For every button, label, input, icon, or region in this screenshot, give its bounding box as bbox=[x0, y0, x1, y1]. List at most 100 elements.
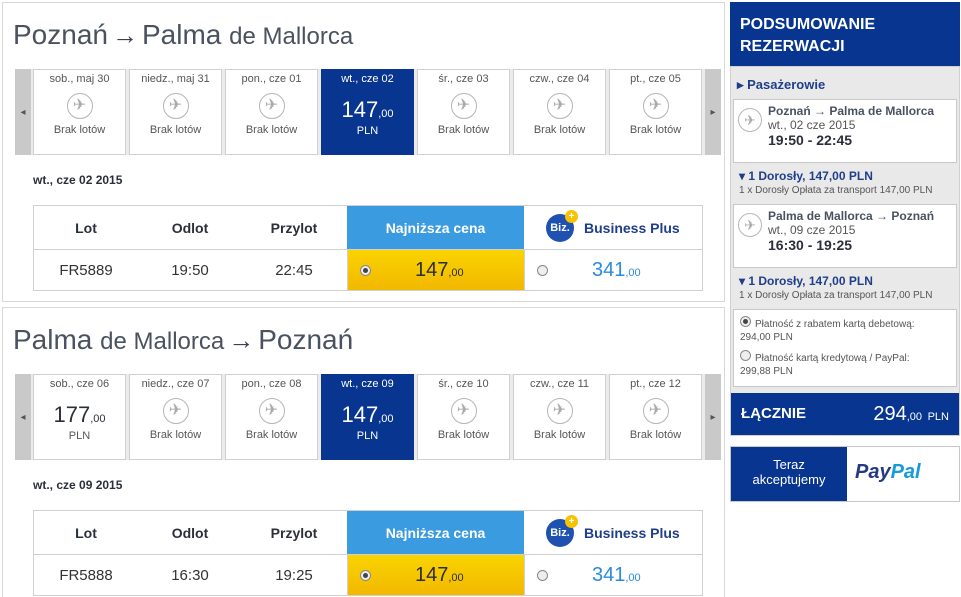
business-fare-option[interactable]: 341,00 bbox=[524, 555, 702, 595]
lowest-fare-option[interactable]: 147,00 bbox=[347, 250, 524, 290]
paypal-banner[interactable]: Teraz akceptujemy PayPal bbox=[730, 446, 960, 502]
business-plus-label: Business Plus bbox=[584, 524, 680, 541]
date-label: pon., cze 01 bbox=[241, 73, 302, 85]
fare-radio[interactable] bbox=[537, 569, 548, 581]
price-main: 147 bbox=[415, 258, 449, 281]
col-header-arrival: Przylot bbox=[270, 524, 318, 541]
selected-date-heading: wt., cze 02 2015 bbox=[33, 173, 123, 187]
col-header-departure: Odlot bbox=[171, 219, 209, 236]
arrow-right-icon: → bbox=[111, 20, 138, 50]
summary-date: wt., 09 cze 2015 bbox=[768, 223, 856, 237]
date-tile[interactable]: śr., cze 10 ✈ Brak lotów bbox=[417, 374, 510, 460]
payment-option-credit[interactable]: Płatność kartą kredytową / PayPal: 299,88… bbox=[740, 350, 950, 378]
currency-label: PLN bbox=[927, 411, 949, 423]
payment-radio[interactable] bbox=[740, 316, 751, 327]
route-destination: Poznań bbox=[258, 324, 354, 355]
date-tile[interactable]: pon., cze 08 ✈ Brak lotów bbox=[225, 374, 318, 460]
no-flights-label: Brak lotów bbox=[437, 429, 490, 441]
price-cents: ,00 bbox=[625, 571, 641, 584]
lowest-fare-option[interactable]: 147,00 bbox=[347, 555, 524, 595]
date-tile[interactable]: pon., cze 01 ✈ Brak lotów bbox=[225, 69, 318, 155]
booking-summary-sidebar: PODSUMOWANIE REZERWACJI ▸ Pasażerowie ✈ … bbox=[730, 2, 960, 502]
passengers-toggle[interactable]: ▸ Pasażerowie bbox=[731, 71, 959, 95]
paypal-text-line1: Teraz bbox=[773, 457, 805, 472]
departure-time: 19:50 bbox=[171, 261, 209, 279]
col-header-lowest-fare: Najniższa cena bbox=[347, 511, 524, 554]
route-destination-sub: de Mallorca bbox=[229, 23, 354, 50]
price-main: 147 bbox=[341, 97, 379, 122]
currency-label: PLN bbox=[68, 430, 91, 442]
date-tile[interactable]: pt., cze 05 ✈ Brak lotów bbox=[609, 69, 702, 155]
date-tile-selected[interactable]: wt., cze 02 147,00 PLN bbox=[321, 69, 414, 155]
plane-icon: ✈ bbox=[162, 93, 189, 119]
col-header-business-plus: Biz. + Business Plus bbox=[524, 511, 702, 554]
biz-badge-text: Biz. bbox=[550, 526, 570, 539]
price-cents: ,00 bbox=[90, 413, 106, 425]
date-tile[interactable]: pt., cze 12 ✈ Brak lotów bbox=[609, 374, 702, 460]
prev-dates-button[interactable]: ◂ bbox=[15, 69, 31, 155]
chevron-right-icon: ▸ bbox=[710, 106, 716, 118]
flight-row: FR5888 16:30 19:25 147,00 341,00 bbox=[33, 554, 703, 596]
return-leg-panel: Palma de Mallorca → Poznań ◂ sob., cze 06 1… bbox=[2, 307, 725, 597]
flight-table-header: Lot Odlot Przylot Najniższa cena Biz. + Bu… bbox=[33, 205, 703, 249]
price-cents: ,00 bbox=[625, 266, 641, 279]
date-label: czw., cze 04 bbox=[529, 73, 590, 85]
date-label: wt., cze 02 bbox=[341, 73, 394, 85]
date-tile[interactable]: sob., maj 30 ✈ Brak lotów bbox=[33, 69, 126, 155]
currency-label: PLN bbox=[356, 430, 379, 442]
flight-number: FR5889 bbox=[59, 261, 113, 279]
plane-icon: ✈ bbox=[450, 93, 477, 119]
chevron-left-icon: ◂ bbox=[20, 106, 26, 118]
prev-dates-button[interactable]: ◂ bbox=[15, 374, 31, 460]
payment-radio[interactable] bbox=[740, 350, 751, 361]
plane-icon: ✈ bbox=[162, 398, 189, 424]
date-tile[interactable]: czw., cze 11 ✈ Brak lotów bbox=[513, 374, 606, 460]
date-label: sob., cze 06 bbox=[49, 378, 110, 390]
fare-radio[interactable] bbox=[360, 569, 371, 581]
summary-outbound-flight: ✈ Poznań → Palma de Mallorca wt., 02 cze… bbox=[733, 99, 957, 163]
route-origin: Poznań bbox=[13, 19, 108, 50]
plus-icon: + bbox=[565, 514, 578, 528]
date-tile[interactable]: niedz., maj 31 ✈ Brak lotów bbox=[129, 69, 222, 155]
col-header-flight: Lot bbox=[75, 219, 97, 236]
col-header-business-plus: Biz. + Business Plus bbox=[524, 206, 702, 249]
fare-radio[interactable] bbox=[537, 264, 548, 276]
payment-option-value: 294,00 PLN bbox=[740, 332, 793, 343]
route-title: Poznań → Palma de Mallorca bbox=[13, 19, 353, 51]
date-label: pt., cze 05 bbox=[630, 73, 681, 85]
summary-title-line2: REZERWACJI bbox=[740, 38, 845, 55]
lowest-fare-price: 147,00 bbox=[415, 564, 464, 587]
summary-pax-toggle[interactable]: ▾ 1 Dorosły, 147,00 PLN bbox=[731, 163, 959, 185]
price-cents: ,00 bbox=[906, 411, 923, 423]
business-fare-option[interactable]: 341,00 bbox=[524, 250, 702, 290]
next-dates-button[interactable]: ▸ bbox=[705, 374, 721, 460]
next-dates-button[interactable]: ▸ bbox=[705, 69, 721, 155]
plane-icon: ✈ bbox=[738, 108, 762, 132]
date-tile-selected[interactable]: wt., cze 09 147,00 PLN bbox=[321, 374, 414, 460]
biz-badge-icon: Biz. + bbox=[546, 514, 578, 547]
paypal-logo-pal: Pal bbox=[890, 461, 921, 483]
summary-pax-detail: 1 x Dorosły Opłata za transport 147,00 P… bbox=[739, 185, 933, 196]
summary-time: 16:30 - 19:25 bbox=[768, 237, 853, 253]
route-origin: Palma bbox=[13, 324, 93, 355]
summary-pax-toggle[interactable]: ▾ 1 Dorosły, 147,00 PLN bbox=[731, 268, 959, 290]
paypal-banner-text: Teraz akceptujemy bbox=[731, 447, 847, 501]
date-tile[interactable]: czw., cze 04 ✈ Brak lotów bbox=[513, 69, 606, 155]
summary-return-flight: ✈ Palma de Mallorca → Poznań wt., 09 cze… bbox=[733, 204, 957, 268]
date-tile[interactable]: sob., cze 06 177,00 PLN bbox=[33, 374, 126, 460]
paypal-text-line2: akceptujemy bbox=[752, 472, 826, 487]
fare-radio[interactable] bbox=[360, 264, 371, 276]
date-label: czw., cze 11 bbox=[529, 378, 590, 390]
flight-table: Lot Odlot Przylot Najniższa cena Biz. + Bu… bbox=[33, 510, 703, 596]
no-flights-label: Brak lotów bbox=[149, 124, 202, 136]
payment-option-label: Płatność kartą kredytową / PayPal: bbox=[755, 353, 910, 364]
price-cents: ,00 bbox=[448, 571, 464, 584]
selected-date-heading: wt., cze 09 2015 bbox=[33, 478, 123, 492]
paypal-logo-pay: Pay bbox=[855, 461, 891, 483]
date-tile[interactable]: śr., cze 03 ✈ Brak lotów bbox=[417, 69, 510, 155]
arrival-time: 22:45 bbox=[275, 261, 313, 279]
date-label: śr., cze 10 bbox=[438, 378, 489, 390]
payment-option-debit[interactable]: Płatność z rabatem kartą debetową: 294,00… bbox=[740, 316, 950, 344]
date-tile[interactable]: niedz., cze 07 ✈ Brak lotów bbox=[129, 374, 222, 460]
summary-title-line1: PODSUMOWANIE bbox=[740, 16, 876, 33]
